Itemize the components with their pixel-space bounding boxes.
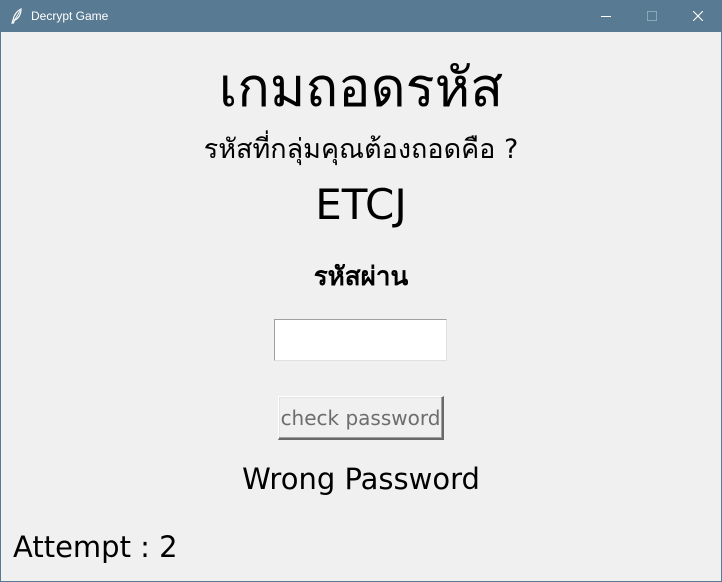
close-button[interactable] (675, 1, 721, 32)
feather-icon (9, 8, 25, 24)
maximize-button[interactable] (629, 1, 675, 32)
game-panel: เกมถอดรหัส รหัสที่กลุ่มคุณต้องถอดคือ ? E… (1, 32, 721, 581)
maximize-icon (647, 11, 657, 21)
game-title: เกมถอดรหัส (218, 56, 504, 119)
password-input[interactable] (274, 319, 447, 361)
window-title: Decrypt Game (31, 9, 109, 23)
title-bar[interactable]: Decrypt Game (1, 1, 721, 32)
question-label: รหัสที่กลุ่มคุณต้องถอดคือ ? (203, 134, 519, 165)
check-password-button[interactable]: check password (278, 396, 444, 440)
close-icon (693, 11, 703, 21)
app-window: Decrypt Game เกมถอดรหัส รหัสที่กลุ่มคุณต… (0, 0, 722, 582)
minimize-icon (601, 16, 611, 17)
minimize-button[interactable] (583, 1, 629, 32)
attempt-counter: Attempt : 2 (13, 530, 178, 564)
password-label: รหัสผ่าน (313, 262, 409, 292)
result-message: Wrong Password (242, 462, 480, 496)
cipher-code: ETCJ (315, 180, 407, 229)
